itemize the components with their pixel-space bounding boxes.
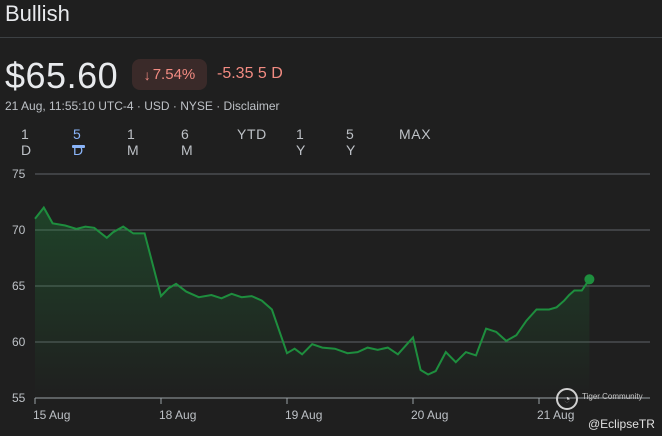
x-tick-label: 15 Aug	[33, 408, 70, 422]
price-value: $65.60	[5, 55, 119, 96]
change-percent-text: 7.54%	[152, 66, 196, 83]
x-tick-label: 18 Aug	[159, 408, 196, 422]
quote-meta: 21 Aug, 11:55:10 UTC-4 · USD · NYSE · Di…	[5, 99, 280, 113]
change-percent-badge: ↓ 7.54%	[132, 59, 207, 90]
arrow-down-icon: ↓	[143, 66, 151, 83]
tab-1d[interactable]: 1 D	[21, 126, 32, 158]
x-axis-labels: 15 Aug 18 Aug 19 Aug 20 Aug 21 Aug	[33, 408, 574, 422]
tab-6m[interactable]: 6 M	[181, 126, 193, 158]
tab-1y[interactable]: 1 Y	[296, 126, 306, 158]
x-tick-label: 20 Aug	[411, 408, 448, 422]
y-tick-label: 75	[12, 167, 26, 181]
x-tick-label: 19 Aug	[285, 408, 322, 422]
change-value: -5.35 5 D	[217, 65, 283, 82]
x-axis-ticks	[34, 398, 540, 404]
tab-5d[interactable]: 5 D	[72, 126, 85, 158]
watermark: ◔ Tiger Community @EclipseTR	[554, 386, 662, 436]
tiger-logo-icon: ◔	[556, 388, 578, 410]
watermark-handle: @EclipseTR	[588, 417, 655, 431]
current-price-dot	[584, 274, 595, 285]
y-axis-labels: 75 70 65 60 55	[12, 167, 26, 405]
y-tick-label: 65	[12, 279, 26, 293]
tab-ytd[interactable]: YTD	[237, 126, 267, 142]
tab-1m[interactable]: 1 M	[127, 126, 139, 158]
page-title: Bullish	[5, 1, 70, 26]
y-tick-label: 60	[12, 335, 26, 349]
y-tick-label: 70	[12, 223, 26, 237]
y-tick-label: 55	[12, 391, 26, 405]
watermark-brand: Tiger Community	[582, 392, 643, 401]
tab-max[interactable]: MAX	[399, 126, 431, 142]
header-divider	[0, 37, 662, 38]
price-area	[35, 207, 590, 398]
tab-5y[interactable]: 5 Y	[346, 126, 356, 158]
